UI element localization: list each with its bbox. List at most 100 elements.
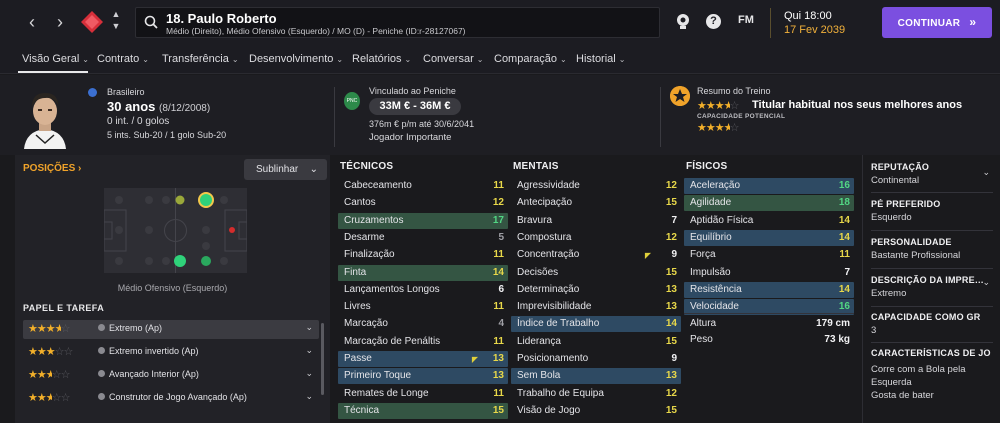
player-avatar[interactable] xyxy=(18,85,72,149)
tab-desenvolvimento[interactable]: Desenvolvimento ⌄ xyxy=(249,53,343,65)
role-row[interactable]: ★★★☆☆ Construtor de Jogo Avançado (Ap) ⌄ xyxy=(23,389,319,408)
attribute-row[interactable]: Liderança 15 xyxy=(511,334,681,350)
role-row[interactable]: ★★★☆☆ Avançado Interior (Ap) ⌄ xyxy=(23,366,319,385)
chevron-down-icon[interactable]: ⌄ xyxy=(982,167,990,178)
height-label: Altura xyxy=(690,318,717,329)
tab-relatorios[interactable]: Relatórios ⌄ xyxy=(352,53,411,65)
attribute-row[interactable]: Impulsão 7 xyxy=(684,265,854,281)
attribute-row[interactable]: Posicionamento 9 xyxy=(511,351,681,367)
chevron-down-icon[interactable]: ⌄ xyxy=(982,277,990,288)
attribute-row[interactable]: Agilidade 18 xyxy=(684,195,854,212)
player-spinner[interactable]: ▲ ▼ xyxy=(110,8,122,32)
attribute-row[interactable]: Trabalho de Equipa 12 xyxy=(511,386,681,402)
attribute-row[interactable]: Índice de Trabalho 14 xyxy=(511,316,681,333)
tab-transferencia[interactable]: Transferência ⌄ xyxy=(162,53,239,65)
attribute-row[interactable]: Bravura 7 xyxy=(511,213,681,229)
attribute-name: Impulsão xyxy=(690,266,731,278)
technical-attributes: TÉCNICOS Cabeceamento 11 Cantos 12 Cruzament… xyxy=(338,155,508,423)
trend-flag-icon: ◤ xyxy=(644,251,651,261)
attribute-row[interactable]: Passe ◤ 13 xyxy=(338,351,508,367)
reputation-value: Continental xyxy=(871,175,920,186)
attribute-row[interactable]: Resistência 14 xyxy=(684,281,854,298)
game-date[interactable]: Qui 18:00 17 Fev 2039 xyxy=(770,8,865,38)
trophy-icon[interactable] xyxy=(675,13,691,30)
attribute-row[interactable]: Cruzamentos 17 xyxy=(338,212,508,229)
attribute-row[interactable]: Lançamentos Longos 6 xyxy=(338,282,508,298)
reputation-section[interactable]: REPUTAÇÃO Continental xyxy=(871,162,991,186)
player-search-box[interactable]: 18. Paulo Roberto Médio (Direito), Médio… xyxy=(135,7,660,38)
transfer-value[interactable]: 33M € - 36M € xyxy=(369,98,461,115)
tab-label: Comparação xyxy=(494,53,557,65)
chevron-down-icon[interactable]: ⌄ xyxy=(305,345,313,356)
attribute-name: Finalização xyxy=(344,249,395,261)
info-icon[interactable] xyxy=(98,324,105,331)
attribute-row[interactable]: Visão de Jogo 15 xyxy=(511,403,681,419)
attribute-row[interactable]: Determinação 13 xyxy=(511,282,681,298)
info-icon[interactable] xyxy=(98,393,105,400)
roles-scrollbar[interactable] xyxy=(321,323,324,395)
role-row[interactable]: ★★★☆☆ Extremo invertido (Ap) ⌄ xyxy=(23,343,319,362)
role-row[interactable]: ★★★★☆ Extremo (Ap) ⌄ xyxy=(23,320,319,339)
trend-flag-icon: ◤ xyxy=(471,355,478,364)
chevron-down-icon[interactable]: ⌄ xyxy=(305,322,313,333)
forward-button[interactable]: › xyxy=(50,11,70,33)
attribute-name: Remates de Longe xyxy=(344,387,429,399)
highlight-dropdown[interactable]: Sublinhar ⌄ xyxy=(244,159,327,180)
attribute-name: Finta xyxy=(344,266,367,278)
continue-button[interactable]: CONTINUAR » xyxy=(882,7,992,38)
attribute-name: Aptidão Física xyxy=(690,214,754,226)
attribute-row[interactable]: Desarme 5 xyxy=(338,230,508,246)
attribute-row[interactable]: Compostura 12 xyxy=(511,230,681,246)
positions-title: POSIÇÕES xyxy=(23,163,76,174)
tab-comparacao[interactable]: Comparação ⌄ xyxy=(494,53,567,65)
chevron-down-icon[interactable]: ▼ xyxy=(110,20,122,32)
attribute-row[interactable]: Imprevisibilidade 13 xyxy=(511,299,681,315)
chevron-down-icon[interactable]: ⌄ xyxy=(305,368,313,379)
attribute-name: Passe xyxy=(344,353,372,364)
attribute-row[interactable]: Cabeceamento 11 xyxy=(338,178,508,194)
back-button[interactable]: ‹ xyxy=(22,11,42,33)
attribute-row[interactable]: Marcação de Penáltis 11 xyxy=(338,334,508,350)
club-crest-icon[interactable]: PNC xyxy=(344,92,360,110)
attribute-row[interactable]: Força 11 xyxy=(684,247,854,263)
attribute-row[interactable]: Equilíbrio 14 xyxy=(684,229,854,246)
mental-title: MENTAIS xyxy=(513,161,559,172)
media-description-section[interactable]: DESCRIÇÃO DA IMPRE… Extremo xyxy=(871,275,991,299)
attribute-row[interactable]: Agressividade 12 xyxy=(511,178,681,194)
fm-icon[interactable]: FM xyxy=(738,14,754,26)
attribute-row[interactable]: Finta 14 xyxy=(338,264,508,281)
chevron-up-icon[interactable]: ▲ xyxy=(110,8,122,20)
chevron-down-icon: ⌄ xyxy=(559,55,567,64)
attribute-row[interactable]: Aceleração 16 xyxy=(684,178,854,194)
attribute-row[interactable]: Sem Bola 13 xyxy=(511,368,681,385)
attribute-row[interactable]: Técnica 15 xyxy=(338,402,508,419)
tab-historial[interactable]: Historial ⌄ xyxy=(576,53,625,65)
attribute-row[interactable]: Primeiro Toque 13 xyxy=(338,368,508,385)
attribute-row[interactable]: Finalização 11 xyxy=(338,247,508,263)
info-icon[interactable] xyxy=(98,370,105,377)
attribute-row[interactable]: Livres 11 xyxy=(338,299,508,315)
help-icon[interactable]: ? xyxy=(706,14,721,29)
attribute-row[interactable]: Decisões 15 xyxy=(511,265,681,281)
positions-title-link[interactable]: POSIÇÕES › xyxy=(23,163,81,174)
attribute-value: 13 xyxy=(492,370,504,382)
club-badge-icon[interactable] xyxy=(80,10,104,34)
tab-label: Historial xyxy=(576,53,616,65)
attribute-row[interactable]: Aptidão Física 14 xyxy=(684,213,854,229)
attribute-name: Cabeceamento xyxy=(344,180,412,191)
position-pitch[interactable] xyxy=(104,188,247,273)
tab-contrato[interactable]: Contrato ⌄ xyxy=(97,53,149,65)
attribute-row[interactable]: Remates de Longe 11 xyxy=(338,386,508,402)
chevron-down-icon[interactable]: ⌄ xyxy=(305,391,313,402)
media-label: DESCRIÇÃO DA IMPRE… xyxy=(871,275,984,285)
attribute-row[interactable]: Antecipação 15 xyxy=(511,195,681,211)
personality-value: Bastante Profissional xyxy=(871,250,961,261)
attribute-row[interactable]: Marcação 4 xyxy=(338,316,508,332)
info-icon[interactable] xyxy=(98,347,105,354)
attribute-row[interactable]: Cantos 12 xyxy=(338,195,508,211)
tab-visao-geral[interactable]: Visão Geral ⌄ xyxy=(22,53,89,65)
tab-conversar[interactable]: Conversar ⌄ xyxy=(423,53,483,65)
personality-section: PERSONALIDADE Bastante Profissional xyxy=(871,237,991,261)
attribute-row[interactable]: Concentração ◤ 9 xyxy=(511,247,681,263)
date-of-birth: (8/12/2008) xyxy=(159,103,211,114)
